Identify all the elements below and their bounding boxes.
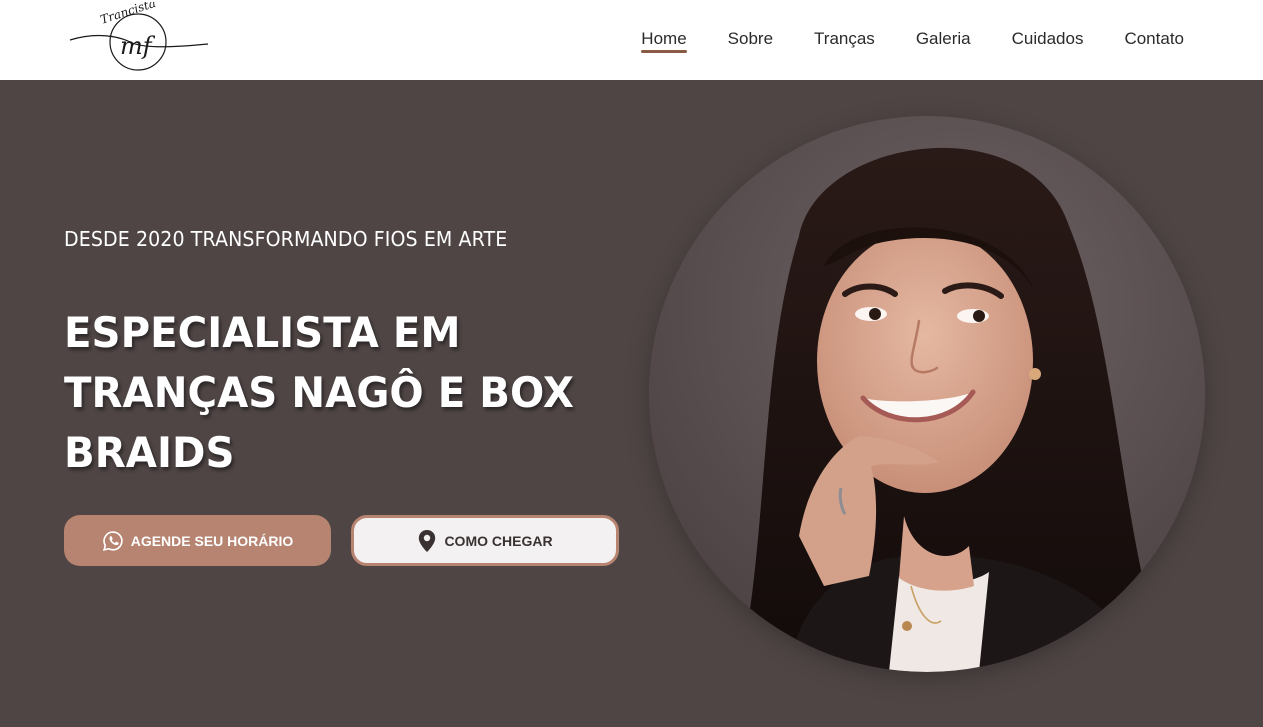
nav-home[interactable]: Home — [641, 0, 688, 56]
schedule-button[interactable]: AGENDE SEU HORÁRIO — [64, 515, 331, 566]
schedule-button-label: AGENDE SEU HORÁRIO — [130, 532, 294, 549]
map-pin-icon — [417, 529, 437, 553]
logo-monogram: mf — [120, 32, 156, 60]
hero-headline: ESPECIALISTA EM TRANÇAS NAGÔ E BOX BRAID… — [64, 308, 574, 477]
main-nav: Home Sobre Tranças Galeria Cuidados Cont… — [600, 0, 1184, 80]
hero-section: DESDE 2020 TRANSFORMANDO FIOS EM ARTE ES… — [0, 80, 1263, 727]
nav-contato[interactable]: Contato — [1124, 0, 1184, 56]
directions-button[interactable]: COMO CHEGAR — [351, 515, 619, 566]
navbar: Trancista mf Home Sobre Tranças Galeria … — [0, 0, 1263, 80]
brand-logo[interactable]: Trancista mf — [66, 2, 212, 74]
nav-trancas[interactable]: Tranças — [814, 0, 875, 56]
nav-cuidados[interactable]: Cuidados — [1012, 0, 1084, 56]
nav-sobre[interactable]: Sobre — [728, 0, 773, 56]
hero-tagline: DESDE 2020 TRANSFORMANDO FIOS EM ARTE — [64, 227, 508, 251]
whatsapp-icon — [102, 530, 124, 552]
hero-portrait — [649, 116, 1205, 672]
logo-script-text: Trancista — [99, 2, 158, 27]
directions-button-label: COMO CHEGAR — [444, 532, 553, 549]
nav-galeria[interactable]: Galeria — [916, 0, 971, 56]
